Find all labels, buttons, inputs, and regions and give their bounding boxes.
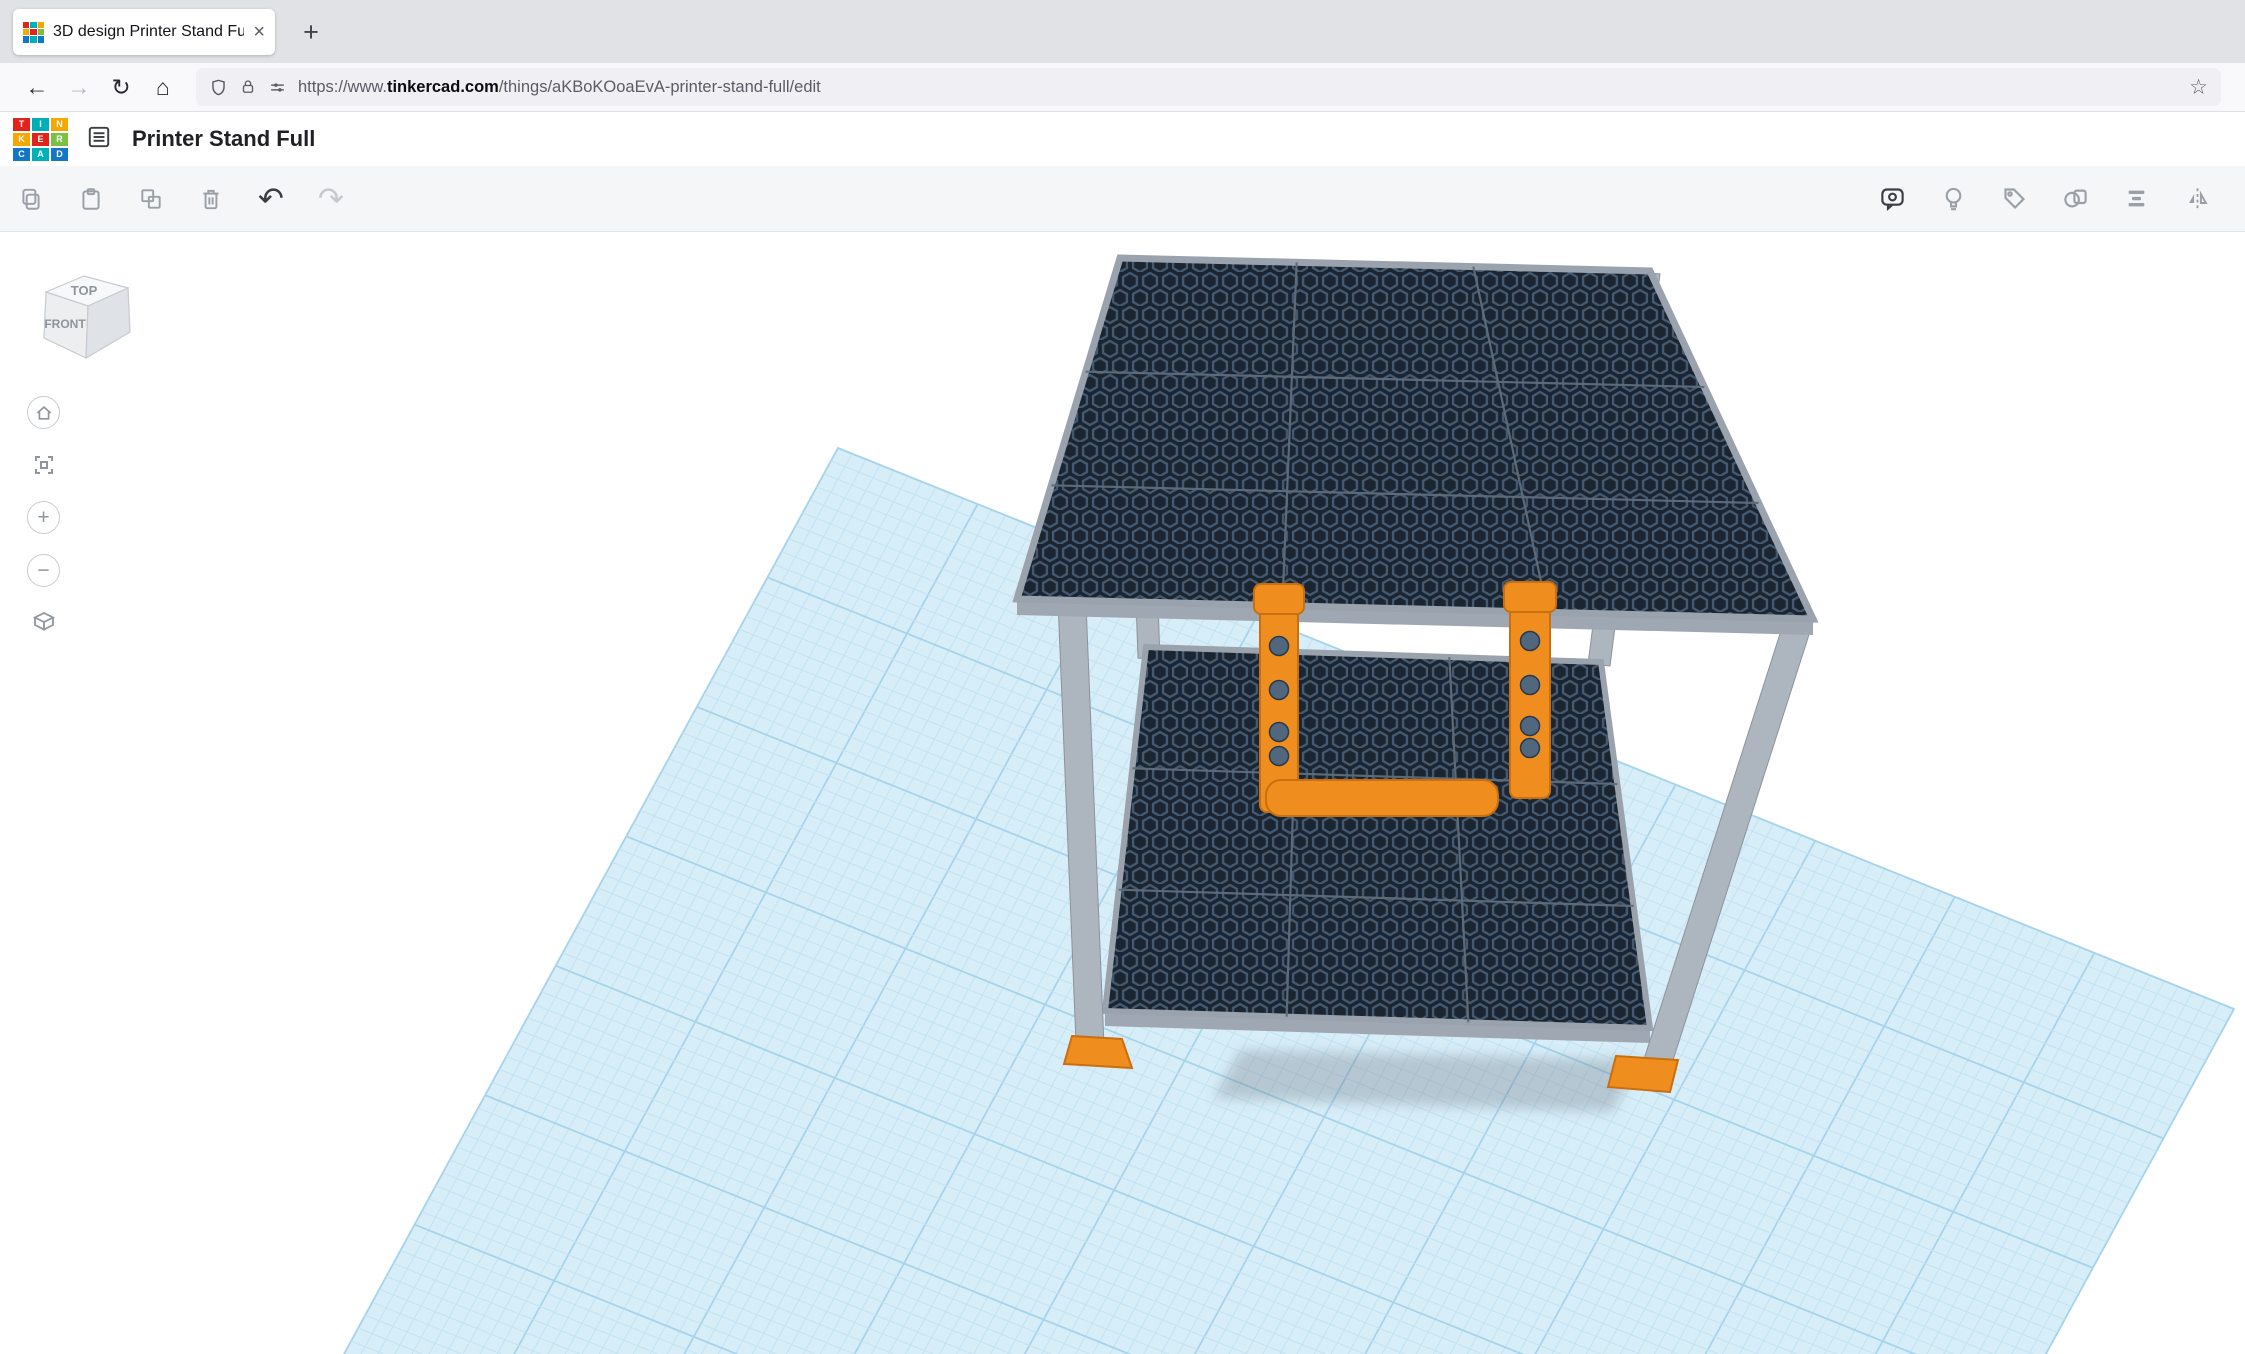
logo-tile: A [32, 148, 49, 161]
notes-toggle-icon[interactable] [1872, 177, 1912, 221]
tab-close-icon[interactable]: × [253, 22, 265, 42]
browser-nav-bar: ← → ↻ ⌂ https://www.tinkercad.com/things… [0, 63, 2245, 112]
logo-tile [23, 36, 29, 42]
logo-tile: I [32, 118, 49, 131]
back-icon[interactable]: ← [16, 74, 58, 101]
home-view-button[interactable] [27, 396, 60, 429]
permissions-icon[interactable] [268, 78, 287, 97]
logo-tile: N [51, 118, 68, 131]
logo-tile [38, 36, 44, 42]
tinkercad-logo[interactable]: TIN KER CAD [13, 118, 68, 161]
logo-tile [38, 29, 44, 35]
group-icon[interactable] [2055, 177, 2095, 221]
editor-toolbar: ↶ ↷ [0, 166, 2245, 232]
logo-tile [38, 22, 44, 28]
tinkercad-favicon [23, 22, 44, 43]
url-bar[interactable]: https://www.tinkercad.com/things/aKBoKOo… [196, 68, 2221, 106]
logo-tile: C [13, 148, 30, 161]
viewport-canvas[interactable]: TOP FRONT + − [0, 232, 2245, 1354]
logo-tile [23, 29, 29, 35]
delete-icon[interactable] [191, 177, 231, 221]
undo-icon[interactable]: ↶ [251, 177, 291, 221]
app-header: TIN KER CAD Printer Stand Full [0, 112, 2245, 166]
zoom-in-button[interactable]: + [27, 501, 60, 534]
view-cube[interactable]: TOP FRONT [32, 266, 142, 366]
duplicate-icon[interactable] [131, 177, 171, 221]
zoom-out-button[interactable]: − [27, 554, 60, 587]
browser-home-icon[interactable]: ⌂ [142, 74, 184, 101]
paste-icon[interactable] [71, 177, 111, 221]
forward-icon[interactable]: → [58, 74, 100, 101]
tab-title: 3D design Printer Stand Full | Ti [53, 23, 244, 41]
reload-icon[interactable]: ↻ [100, 74, 142, 101]
lock-icon[interactable] [239, 78, 257, 96]
bookmark-star-icon[interactable]: ☆ [2189, 75, 2208, 100]
align-icon[interactable] [2116, 177, 2156, 221]
browser-tab[interactable]: 3D design Printer Stand Full | Ti × [13, 9, 275, 55]
perspective-toggle-button[interactable] [27, 605, 60, 638]
design-title[interactable]: Printer Stand Full [132, 126, 315, 152]
url-text[interactable]: https://www.tinkercad.com/things/aKBoKOo… [298, 78, 2178, 97]
tag-icon[interactable] [1994, 177, 2034, 221]
logo-tile [23, 22, 29, 28]
new-tab-button[interactable]: + [292, 14, 330, 50]
redo-icon[interactable]: ↷ [311, 177, 351, 221]
browser-window: 3D design Printer Stand Full | Ti × + ← … [0, 0, 2245, 1354]
logo-tile: T [13, 118, 30, 131]
fit-view-button[interactable] [27, 448, 60, 481]
design-menu-icon[interactable] [86, 124, 112, 155]
toolbar-right-group [1851, 177, 2245, 221]
mirror-icon[interactable] [2177, 177, 2217, 221]
logo-tile: K [13, 133, 30, 146]
scene-3d[interactable] [0, 232, 2245, 1354]
logo-tile [30, 29, 36, 35]
logo-tile: D [51, 148, 68, 161]
logo-tile: R [51, 133, 68, 146]
browser-tab-bar: 3D design Printer Stand Full | Ti × + [0, 0, 2245, 63]
logo-tile [30, 36, 36, 42]
shield-icon[interactable] [209, 78, 228, 97]
logo-tile [30, 22, 36, 28]
viewcube-front-label: FRONT [44, 317, 86, 331]
lightbulb-icon[interactable] [1933, 177, 1973, 221]
viewcube-top-label: TOP [71, 283, 98, 298]
logo-tile: E [32, 133, 49, 146]
copy-icon[interactable] [11, 177, 51, 221]
